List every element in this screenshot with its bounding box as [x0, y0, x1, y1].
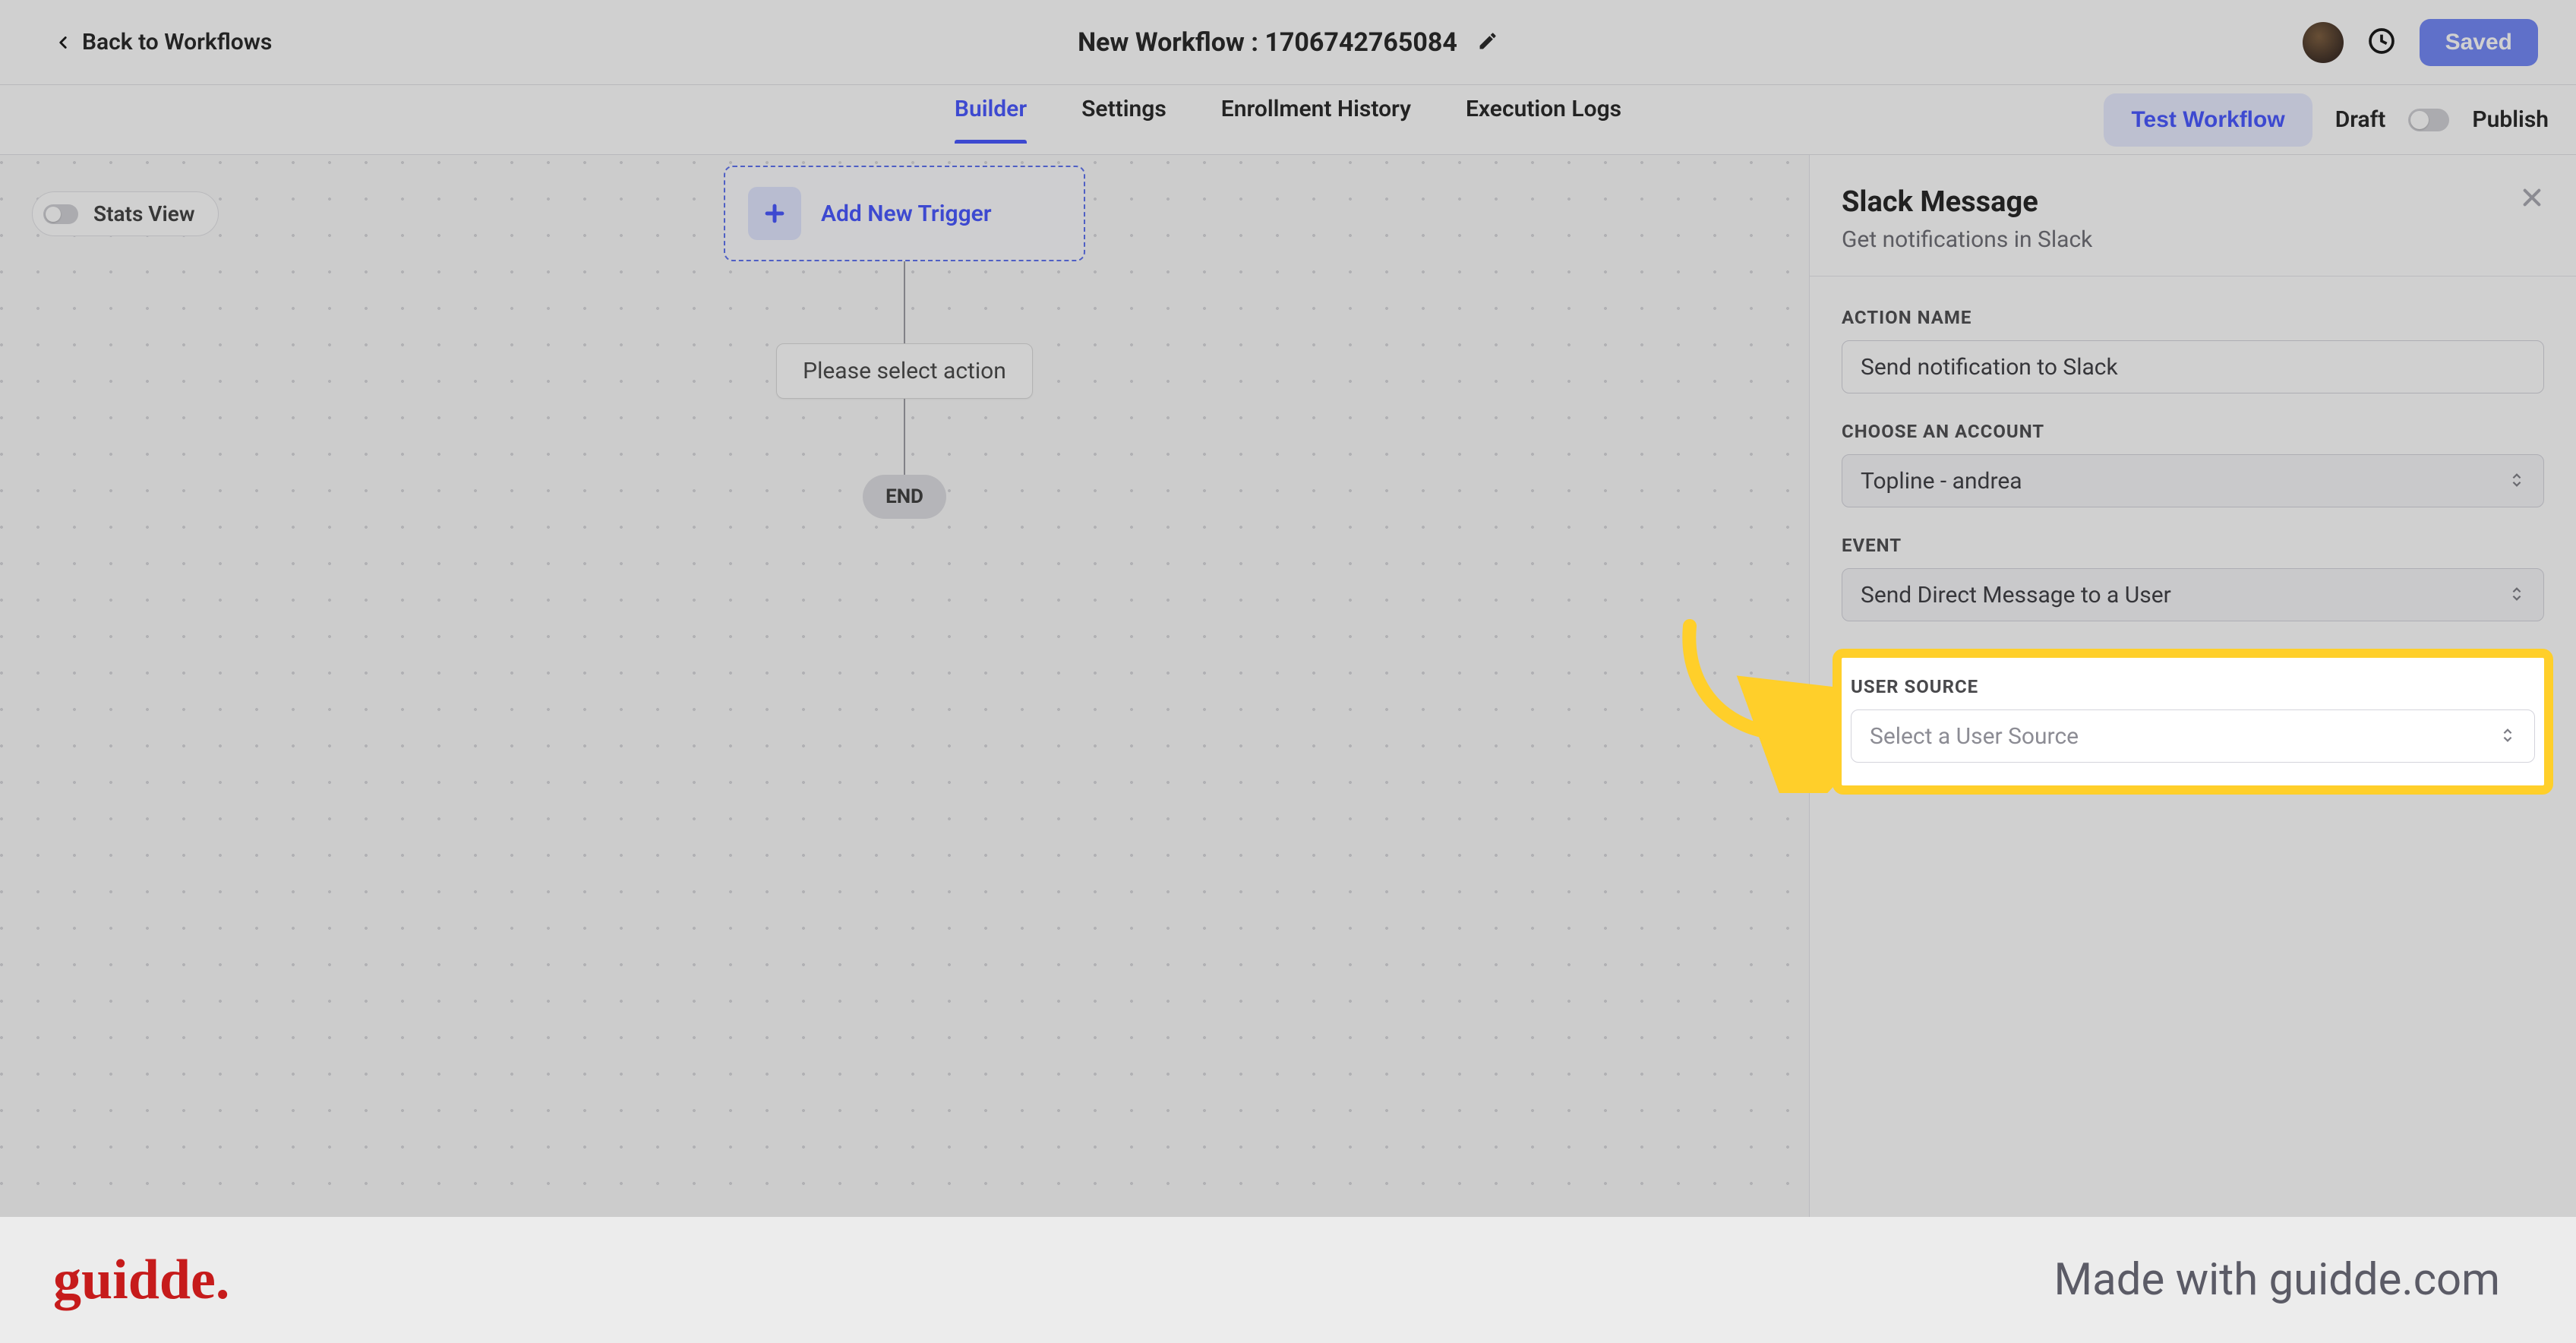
field-action-name: ACTION NAME Send notification to Slack: [1842, 307, 2544, 393]
end-node: END: [863, 475, 946, 519]
account-label: CHOOSE AN ACCOUNT: [1842, 421, 2544, 442]
tabs: Builder Settings Enrollment History Exec…: [955, 96, 1621, 144]
header-right: Saved: [2303, 19, 2538, 66]
account-value: Topline - andrea: [1861, 468, 2022, 495]
plus-icon: [762, 201, 788, 226]
canvas[interactable]: Stats View Add New Trigger Please select…: [0, 155, 1809, 1343]
field-event: EVENT Send Direct Message to a User: [1842, 535, 2544, 621]
user-source-highlight-anchor: USER SOURCE Select a User Source: [1842, 649, 2544, 795]
stats-view-label: Stats View: [93, 201, 195, 226]
chevron-updown-icon: [2499, 723, 2516, 750]
user-source-placeholder: Select a User Source: [1870, 723, 2079, 750]
brand-logo: guidde.: [53, 1248, 229, 1313]
publish-toggle[interactable]: [2408, 109, 2449, 131]
stats-view-chip[interactable]: Stats View: [32, 191, 219, 236]
avatar[interactable]: [2303, 22, 2344, 63]
panel-head: Slack Message Get notifications in Slack: [1810, 155, 2576, 276]
action-name-value: Send notification to Slack: [1861, 354, 2118, 381]
publish-label: Publish: [2472, 106, 2549, 133]
close-panel-button[interactable]: [2520, 185, 2544, 213]
made-with-label: Made with guidde.com: [2054, 1254, 2500, 1306]
subheader: Builder Settings Enrollment History Exec…: [0, 85, 2576, 155]
connector-line: [904, 399, 905, 475]
body: Stats View Add New Trigger Please select…: [0, 155, 2576, 1343]
saved-button[interactable]: Saved: [2420, 19, 2538, 66]
user-source-highlight: USER SOURCE Select a User Source: [1833, 649, 2553, 795]
flow: Add New Trigger Please select action END: [724, 166, 1085, 519]
add-trigger-label: Add New Trigger: [821, 201, 992, 227]
panel-body: ACTION NAME Send notification to Slack C…: [1810, 276, 2576, 795]
select-action-node[interactable]: Please select action: [776, 343, 1033, 399]
field-account: CHOOSE AN ACCOUNT Topline - andrea: [1842, 421, 2544, 507]
workflow-title: New Workflow : 1706742765084: [1078, 27, 1457, 58]
tab-execution-logs[interactable]: Execution Logs: [1466, 96, 1621, 144]
history-button[interactable]: [2366, 26, 2397, 59]
close-icon: [2520, 185, 2544, 210]
chevron-updown-icon: [2508, 582, 2525, 608]
footer: guidde. Made with guidde.com: [0, 1217, 2576, 1343]
draft-label: Draft: [2335, 106, 2386, 133]
clock-icon: [2366, 26, 2397, 56]
stats-view-toggle[interactable]: [43, 204, 78, 224]
side-panel: Slack Message Get notifications in Slack…: [1809, 155, 2576, 1343]
user-source-select[interactable]: Select a User Source: [1851, 709, 2535, 763]
tab-settings[interactable]: Settings: [1081, 96, 1166, 144]
tab-builder[interactable]: Builder: [955, 96, 1027, 144]
subheader-right: Test Workflow Draft Publish: [2104, 93, 2549, 147]
user-source-label: USER SOURCE: [1851, 676, 2535, 697]
event-select[interactable]: Send Direct Message to a User: [1842, 568, 2544, 621]
add-trigger-box[interactable]: Add New Trigger: [724, 166, 1085, 261]
chevron-left-icon: [53, 33, 73, 52]
add-trigger-plus[interactable]: [748, 187, 801, 240]
edit-title-button[interactable]: [1477, 30, 1498, 55]
account-select[interactable]: Topline - andrea: [1842, 454, 2544, 507]
chevron-updown-icon: [2508, 468, 2525, 495]
action-name-input[interactable]: Send notification to Slack: [1842, 340, 2544, 393]
tab-enrollment-history[interactable]: Enrollment History: [1221, 96, 1411, 144]
panel-title: Slack Message: [1842, 185, 2092, 219]
pencil-icon: [1477, 30, 1498, 52]
action-name-label: ACTION NAME: [1842, 307, 2544, 328]
connector-line: [904, 261, 905, 343]
top-header: Back to Workflows New Workflow : 1706742…: [0, 0, 2576, 85]
panel-subtitle: Get notifications in Slack: [1842, 226, 2092, 253]
event-label: EVENT: [1842, 535, 2544, 556]
test-workflow-button[interactable]: Test Workflow: [2104, 93, 2312, 147]
event-value: Send Direct Message to a User: [1861, 582, 2171, 608]
back-label: Back to Workflows: [82, 29, 272, 55]
back-button[interactable]: Back to Workflows: [53, 29, 272, 55]
title-wrap: New Workflow : 1706742765084: [1078, 27, 1498, 58]
